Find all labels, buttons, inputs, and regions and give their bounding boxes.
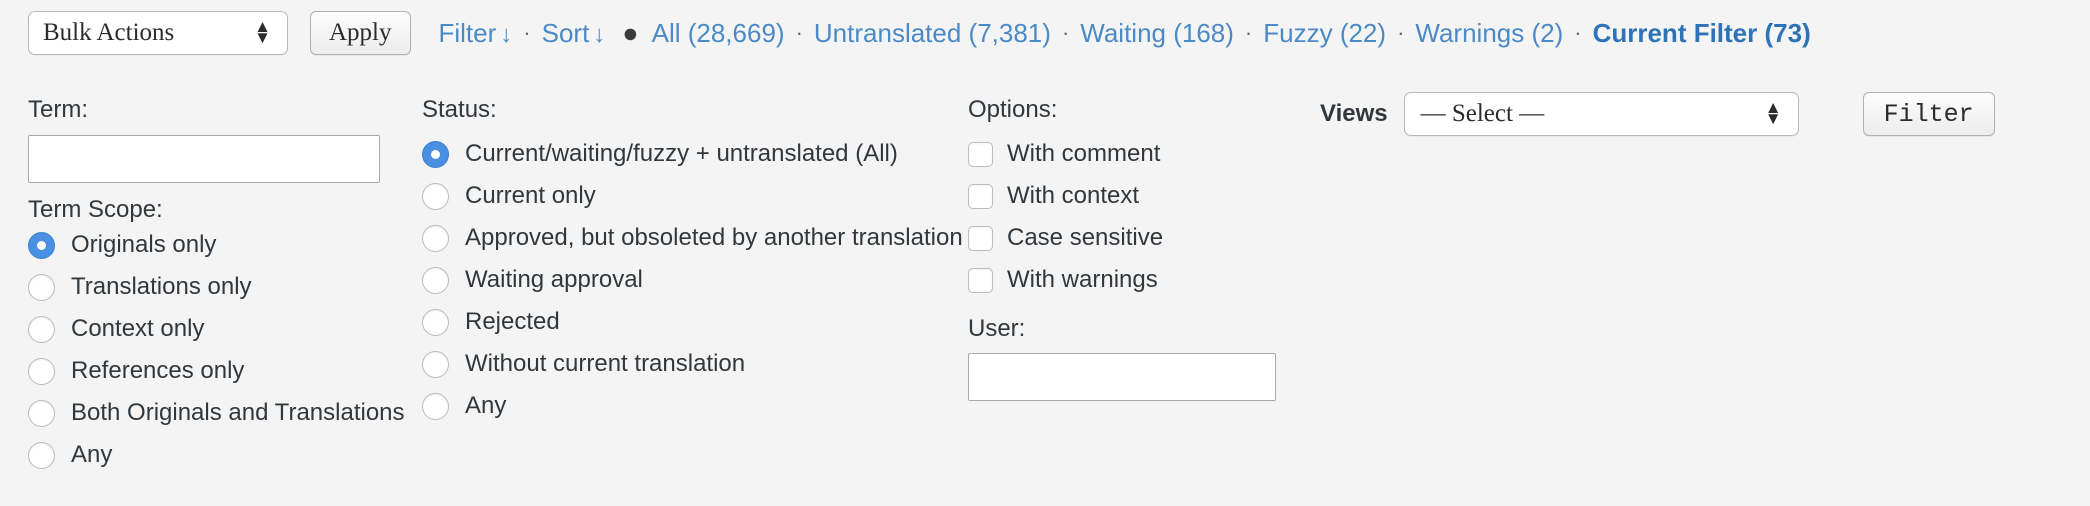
user-input[interactable]: [968, 353, 1276, 401]
term-column: Term: Term Scope: Originals only Transla…: [28, 96, 405, 476]
option-label: Current/waiting/fuzzy + untranslated (Al…: [465, 140, 898, 167]
checkbox-icon[interactable]: [968, 183, 993, 209]
term-input[interactable]: [28, 135, 380, 183]
option-label: Waiting approval: [465, 266, 643, 293]
filter-links-bar: Filter ↓ · Sort ↓ ● All (28,669) · Untrans…: [439, 18, 1811, 49]
filter-link-waiting[interactable]: Waiting (168): [1080, 18, 1234, 49]
term-scope-translations-only[interactable]: Translations only: [28, 266, 380, 308]
status-label: Status:: [422, 96, 497, 123]
option-with-warnings[interactable]: With warnings: [968, 259, 1298, 301]
filter-link-untranslated[interactable]: Untranslated (7,381): [814, 18, 1051, 49]
status-current-waiting-fuzzy-untranslated[interactable]: Current/waiting/fuzzy + untranslated (Al…: [422, 133, 963, 175]
term-scope-context-only[interactable]: Context only: [28, 308, 380, 350]
select-spinner-arrows-icon: ▲ ▼: [1764, 98, 1782, 128]
separator-dot: ·: [1244, 20, 1253, 45]
radio-icon[interactable]: [28, 273, 55, 301]
radio-icon[interactable]: [422, 350, 449, 378]
option-label: Translations only: [71, 273, 252, 300]
filter-link-current-filter[interactable]: Current Filter (73): [1593, 18, 1811, 49]
apply-button[interactable]: Apply: [310, 11, 411, 55]
chevron-down-icon: ↓: [500, 20, 513, 48]
option-label: References only: [71, 357, 245, 384]
radio-icon[interactable]: [28, 399, 55, 427]
term-label: Term:: [28, 96, 88, 123]
option-label: With context: [1007, 182, 1140, 209]
radio-icon[interactable]: [422, 182, 449, 210]
views-area: Views — Select — ▲ ▼ Filter: [1320, 92, 1995, 136]
status-current-only[interactable]: Current only: [422, 175, 963, 217]
radio-icon[interactable]: [28, 357, 55, 385]
term-scope-references-only[interactable]: References only: [28, 350, 380, 392]
option-label: Both Originals and Translations: [71, 399, 405, 426]
select-spinner-arrows-icon: ▲ ▼: [254, 17, 271, 47]
option-label: Rejected: [465, 308, 560, 335]
options-column: Options: With comment With context Case …: [968, 96, 1298, 401]
option-label: Case sensitive: [1007, 224, 1164, 251]
filter-link-all[interactable]: All (28,669): [652, 18, 785, 49]
gp-translation-filter-page: Bulk Actions ▲ ▼ Apply Filter ↓ · Sort ↓ ● …: [0, 0, 2090, 506]
sort-toggle-label: Sort: [541, 17, 590, 48]
radio-icon[interactable]: [422, 266, 449, 294]
radio-icon[interactable]: [422, 392, 449, 420]
option-label: Any: [465, 392, 507, 419]
separator-dot: ·: [523, 20, 531, 45]
filter-link-fuzzy[interactable]: Fuzzy (22): [1263, 18, 1386, 49]
chevron-down-icon: ↓: [593, 20, 606, 48]
radio-icon[interactable]: [28, 231, 55, 259]
term-scope-label: Term Scope:: [28, 196, 163, 223]
separator-dot: ·: [1574, 20, 1582, 45]
bulk-actions-selected-value: Bulk Actions: [43, 19, 175, 46]
radio-icon[interactable]: [28, 441, 55, 469]
status-approved-obsoleted[interactable]: Approved, but obsoleted by another trans…: [422, 217, 963, 259]
option-case-sensitive[interactable]: Case sensitive: [968, 217, 1298, 259]
term-scope-originals-only[interactable]: Originals only: [28, 224, 380, 266]
status-without-current-translation[interactable]: Without current translation: [422, 343, 963, 385]
radio-icon[interactable]: [422, 140, 449, 168]
user-label: User:: [968, 315, 1026, 342]
bullet-icon: ●: [622, 17, 639, 48]
option-label: Context only: [71, 315, 205, 342]
option-label: Approved, but obsoleted by another trans…: [465, 224, 963, 251]
filter-link-warnings[interactable]: Warnings (2): [1415, 18, 1563, 49]
separator-dot: ·: [1397, 20, 1405, 45]
filter-submit-button[interactable]: Filter: [1862, 92, 1995, 136]
views-selected-value: — Select —: [1420, 100, 1545, 127]
option-with-comment[interactable]: With comment: [968, 133, 1298, 175]
views-label: Views: [1320, 100, 1388, 127]
sort-toggle-link[interactable]: Sort ↓: [542, 18, 606, 49]
separator-dot: ·: [1061, 20, 1070, 45]
checkbox-icon[interactable]: [968, 141, 993, 167]
checkbox-icon[interactable]: [968, 267, 993, 293]
separator-dot: ·: [795, 20, 803, 45]
option-label: Without current translation: [465, 350, 746, 377]
option-label: Current only: [465, 182, 596, 209]
status-rejected[interactable]: Rejected: [422, 301, 963, 343]
status-any[interactable]: Any: [422, 385, 963, 427]
radio-icon[interactable]: [422, 224, 449, 252]
option-label: With warnings: [1007, 266, 1158, 293]
radio-icon[interactable]: [422, 308, 449, 336]
status-column: Status: Current/waiting/fuzzy + untransl…: [422, 96, 963, 427]
views-select[interactable]: — Select — ▲ ▼: [1403, 92, 1799, 136]
option-with-context[interactable]: With context: [968, 175, 1298, 217]
option-label: Any: [71, 441, 113, 468]
term-scope-both-originals-and-translations[interactable]: Both Originals and Translations: [28, 392, 405, 434]
toolbar: Bulk Actions ▲ ▼ Apply Filter ↓ · Sort ↓ ● …: [0, 0, 2090, 66]
options-label: Options:: [968, 96, 1058, 123]
option-label: Originals only: [71, 231, 217, 258]
status-waiting-approval[interactable]: Waiting approval: [422, 259, 963, 301]
radio-icon[interactable]: [28, 315, 55, 343]
term-scope-any[interactable]: Any: [28, 434, 380, 476]
option-label: With comment: [1007, 140, 1161, 167]
checkbox-icon[interactable]: [968, 225, 993, 251]
filter-toggle-label: Filter: [438, 17, 497, 48]
bulk-actions-select[interactable]: Bulk Actions ▲ ▼: [28, 11, 288, 55]
filter-toggle-link[interactable]: Filter ↓: [439, 18, 513, 49]
